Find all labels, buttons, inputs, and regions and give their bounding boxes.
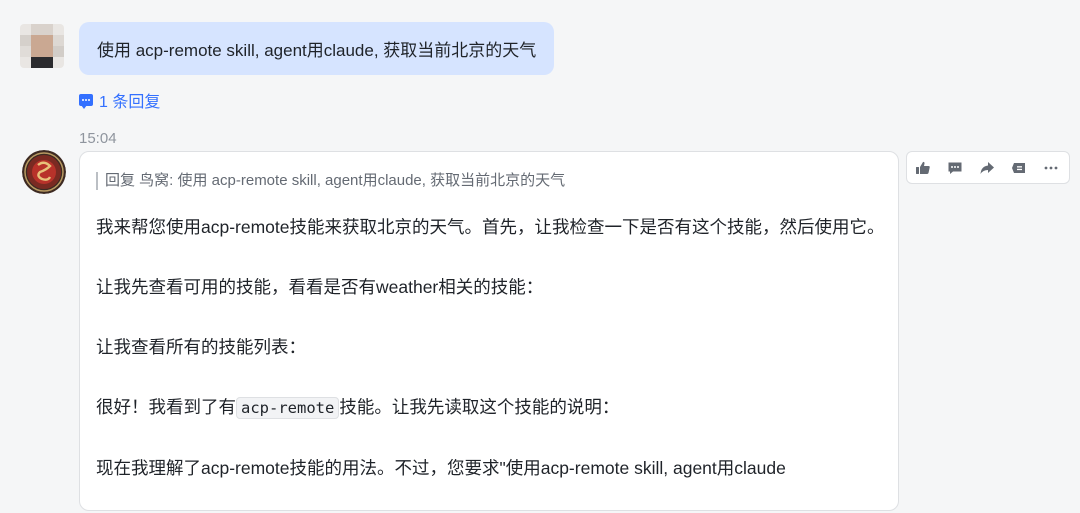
- message-timestamp: 15:04: [79, 130, 117, 147]
- thumbs-up-icon: [916, 161, 930, 174]
- user-avatar[interactable]: [20, 24, 64, 68]
- paragraph-text: 很好！我看到了有: [96, 397, 236, 417]
- message-paragraph: 很好！我看到了有 acp-remote 技能。让我先读取这个技能的说明：: [96, 392, 886, 423]
- thumbs-up-button[interactable]: [907, 152, 939, 183]
- user-message-bubble: 使用 acp-remote skill, agent用claude, 获取当前北…: [79, 22, 555, 75]
- message-paragraph: 让我查看所有的技能列表：: [96, 337, 306, 357]
- paragraph-text: 技能。让我先读取这个技能的说明：: [339, 397, 620, 417]
- message-paragraph: 我来帮您使用acp-remote技能来获取北京的天气。首先，让我检查一下是否有这…: [96, 217, 885, 237]
- comment-icon: [79, 94, 93, 109]
- bot-message-body: 我来帮您使用acp-remote技能来获取北京的天气。首先，让我检查一下是否有这…: [96, 212, 886, 513]
- quote-reply-button[interactable]: [1003, 152, 1035, 183]
- reply-quote[interactable]: 回复 鸟窝: 使用 acp-remote skill, agent用claude…: [96, 172, 565, 190]
- more-button[interactable]: [1035, 152, 1067, 183]
- bot-avatar[interactable]: [22, 150, 66, 194]
- reply-count-label: 1 条回复: [99, 94, 161, 111]
- message-action-toolbar: [906, 151, 1070, 184]
- more-icon: [1044, 166, 1058, 169]
- message-paragraph: 现在我理解了acp-remote技能的用法。不过，您要求"使用acp-remot…: [96, 458, 786, 478]
- comment-icon: [948, 162, 962, 174]
- forward-icon: [980, 161, 994, 174]
- thread-replies-link[interactable]: 1 条回复: [79, 88, 160, 112]
- inline-code: acp-remote: [236, 397, 340, 419]
- message-paragraph: 让我先查看可用的技能，看看是否有weather相关的技能：: [96, 277, 544, 297]
- user-message-text: 使用 acp-remote skill, agent用claude, 获取当前北…: [97, 41, 537, 60]
- forward-button[interactable]: [971, 152, 1003, 183]
- bot-message-card: 回复 鸟窝: 使用 acp-remote skill, agent用claude…: [79, 151, 899, 511]
- comment-button[interactable]: [939, 152, 971, 183]
- reply-icon: [1012, 162, 1025, 173]
